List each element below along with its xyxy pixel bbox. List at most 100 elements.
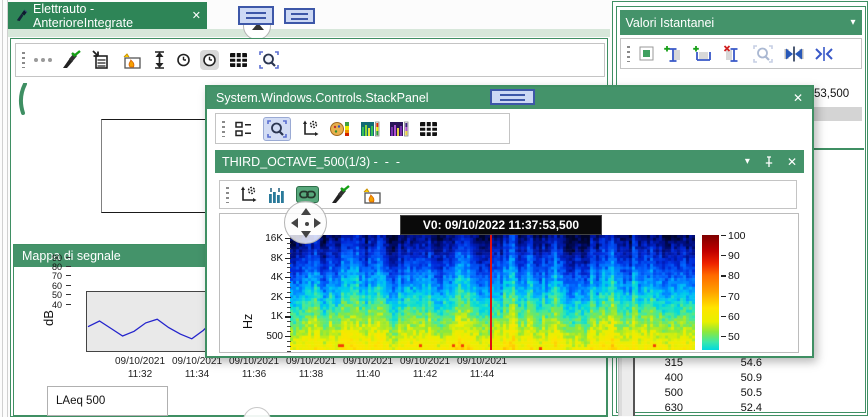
- layout-tree-icon[interactable]: [234, 120, 254, 138]
- valori-scrollbar[interactable]: [618, 354, 635, 416]
- cursor-tooltip: V0: 09/10/2022 11:37:53,500: [400, 215, 602, 235]
- spectrogram-green-icon[interactable]: [360, 121, 380, 137]
- zoom-disabled-icon[interactable]: [752, 44, 774, 64]
- app-screen: Elettrauto - AnterioreIntegrate ✕: [0, 0, 868, 417]
- colorbar-tick-mark: [721, 275, 726, 276]
- colorbar-tick-mark: [721, 336, 726, 337]
- palette-colorbar-icon[interactable]: [329, 119, 351, 139]
- spectro-minor-tick: [287, 341, 291, 342]
- spectro-minor-tick: [287, 351, 291, 352]
- add-cursor-icon[interactable]: [663, 44, 683, 64]
- colorbar-tick-label: 90: [728, 250, 752, 262]
- add-span-icon[interactable]: [692, 44, 714, 64]
- colorbar-tick-label: 60: [728, 311, 752, 323]
- zoom-region-selected-icon[interactable]: [263, 117, 291, 141]
- tool-icon: [14, 8, 29, 23]
- legend-chip-icon[interactable]: [639, 46, 654, 61]
- toolbar-grip[interactable]: [627, 46, 630, 62]
- table-icon[interactable]: [228, 51, 249, 69]
- spectro-minor-tick: [287, 243, 291, 244]
- window-edge-line: [7, 0, 8, 417]
- spectrogram-purple-icon[interactable]: [389, 121, 409, 137]
- tabstrip-underline: [8, 29, 610, 37]
- axes-settings-icon[interactable]: [300, 119, 320, 139]
- import-table-icon[interactable]: [91, 50, 111, 70]
- nav-down-icon[interactable]: [301, 231, 311, 238]
- spectro-minor-tick: [287, 346, 291, 347]
- colorbar-tick-mark: [721, 296, 726, 297]
- pin-icon[interactable]: [764, 156, 774, 168]
- valori-frequency-cell[interactable]: 630: [640, 402, 683, 414]
- colorbar-tick-mark: [721, 235, 726, 236]
- nav-up-icon[interactable]: [301, 208, 311, 215]
- dock-hint-box[interactable]: [284, 8, 315, 24]
- nav-left-icon[interactable]: [291, 218, 298, 228]
- valori-title: Valori Istantanei: [626, 16, 851, 30]
- chevron-down-icon[interactable]: ▾: [850, 17, 855, 28]
- nav-right-icon[interactable]: [314, 218, 321, 228]
- nav-center-dot[interactable]: [305, 222, 309, 226]
- x-axis-time-label: 11:44: [445, 369, 519, 380]
- third-octave-close-icon[interactable]: ✕: [787, 155, 797, 169]
- floating-window-close-icon[interactable]: ✕: [793, 91, 803, 105]
- mappa-legend-box[interactable]: LAeq 500: [47, 386, 168, 416]
- valori-frequency-cell[interactable]: 315: [640, 357, 683, 369]
- y-tick-mark: [66, 275, 71, 276]
- valori-timestamp-fragment: 53,500: [814, 88, 849, 100]
- colorbar-tick-label: 100: [728, 230, 752, 242]
- spectro-minor-tick: [287, 331, 291, 332]
- colorbar-tick-mark: [721, 255, 726, 256]
- y-tick-mark: [66, 266, 71, 267]
- snap-cursors-icon[interactable]: [814, 44, 834, 64]
- toolbar-grip[interactable]: [22, 52, 25, 68]
- toolbar-grip[interactable]: [226, 187, 229, 203]
- axes-settings-icon[interactable]: [238, 185, 258, 205]
- tool-check-icon[interactable]: [59, 50, 82, 70]
- zoom-region-icon[interactable]: [258, 50, 280, 70]
- nav-pad[interactable]: [284, 201, 327, 244]
- document-tab[interactable]: Elettrauto - AnterioreIntegrate ✕: [8, 2, 207, 29]
- toolbar-grip[interactable]: [222, 121, 225, 137]
- y-tick-mark: [66, 285, 71, 286]
- dock-hint-box[interactable]: [490, 89, 535, 105]
- spectro-ytick-label: 500: [257, 331, 283, 342]
- dock-hint-box[interactable]: [238, 6, 274, 25]
- valori-frequency-cell[interactable]: 500: [640, 387, 683, 399]
- y-tick-mark: [66, 294, 71, 295]
- tool-check-icon[interactable]: [328, 185, 351, 205]
- third-octave-header[interactable]: THIRD_OCTAVE_500(1/3) - - - ▾ ✕: [215, 150, 804, 173]
- spectro-minor-tick: [287, 282, 291, 283]
- spectro-minor-tick: [287, 253, 291, 254]
- time-cursor-line[interactable]: [490, 235, 492, 350]
- image-flame-icon[interactable]: [360, 185, 383, 205]
- fit-vertical-icon[interactable]: [152, 50, 167, 70]
- stats-bars-icon[interactable]: [267, 186, 287, 204]
- clock-selected-icon[interactable]: [200, 50, 219, 70]
- chevron-down-icon[interactable]: ▾: [745, 156, 750, 167]
- valori-frequency-cell[interactable]: 400: [640, 372, 683, 384]
- spectrogram-plot[interactable]: [290, 235, 695, 350]
- stackpanel-toolbar: [215, 113, 510, 144]
- collapse-cursors-icon[interactable]: [783, 44, 805, 64]
- valori-value-cell[interactable]: 50.5: [722, 387, 762, 399]
- valori-value-cell[interactable]: 52.4: [722, 402, 762, 414]
- spectro-minor-tick: [287, 248, 291, 249]
- delete-cursor-icon[interactable]: [723, 44, 743, 64]
- overflow-icon[interactable]: [34, 58, 38, 62]
- spectro-ytick-label: 4K: [257, 272, 283, 283]
- spectro-minor-tick: [287, 267, 291, 268]
- image-flame-icon[interactable]: [120, 50, 143, 70]
- spectro-ytick-mark: [285, 277, 291, 278]
- valori-header[interactable]: Valori Istantanei ▾: [620, 10, 862, 35]
- y-tick-label: 40: [44, 300, 62, 310]
- spectro-minor-tick: [287, 272, 291, 273]
- y-tick-mark: [66, 304, 71, 305]
- valori-value-cell[interactable]: 50.9: [722, 372, 762, 384]
- clock-icon[interactable]: [176, 51, 191, 69]
- colorbar: [702, 235, 719, 350]
- spectro-minor-tick: [287, 302, 291, 303]
- table-icon[interactable]: [418, 120, 439, 138]
- valori-value-cell[interactable]: 54.6: [722, 357, 762, 369]
- tab-close-icon[interactable]: ✕: [192, 9, 201, 22]
- colorbar-tick-label: 50: [728, 331, 752, 343]
